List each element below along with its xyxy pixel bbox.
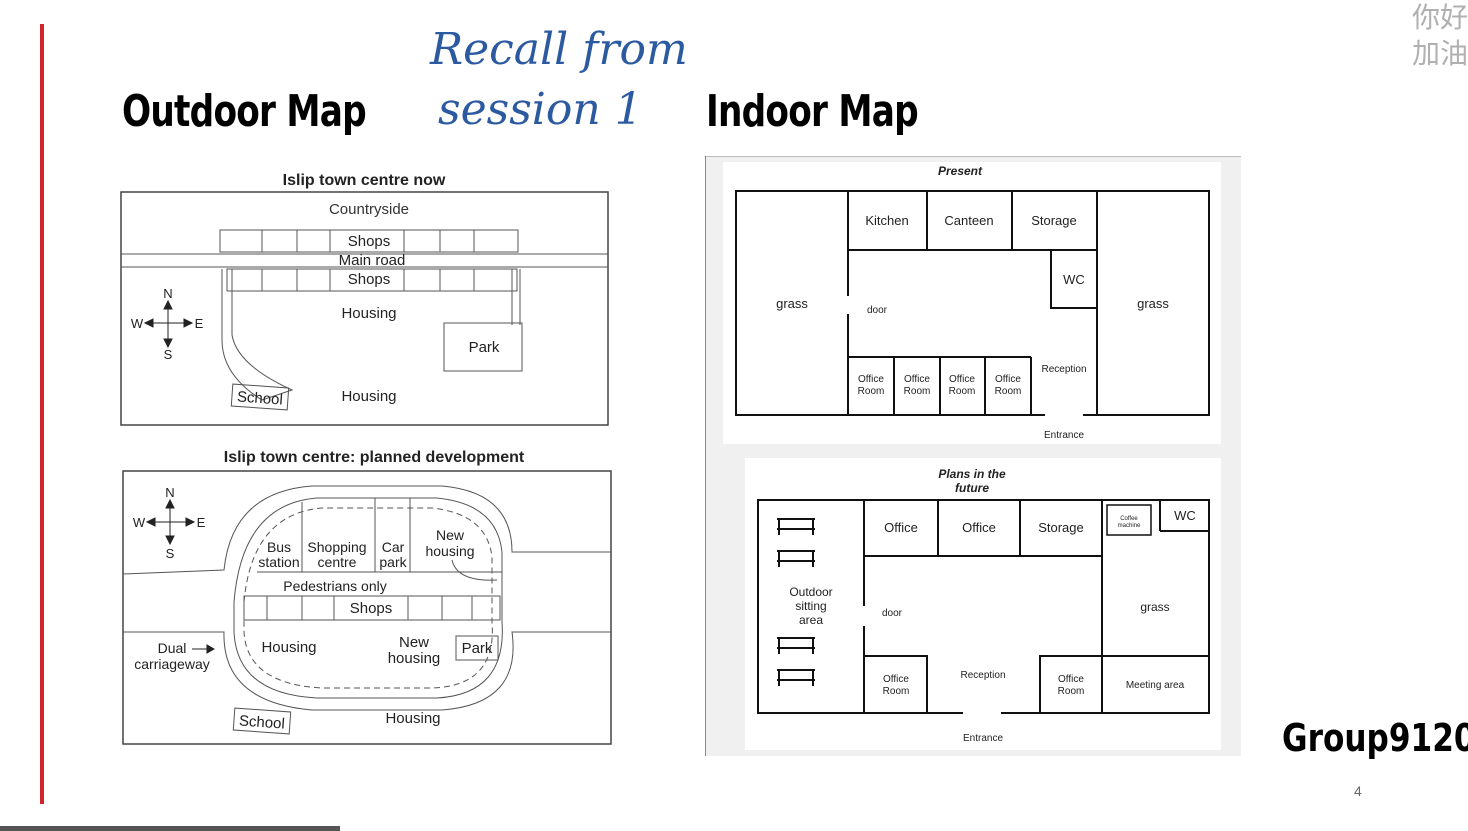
grass-label: grass: [1140, 600, 1169, 614]
office-room-3-line-2: Room: [949, 386, 976, 397]
office-2-label: Office: [962, 520, 996, 535]
main-road-label: Main road: [339, 252, 406, 269]
shopping-centre-line-2: centre: [318, 554, 357, 570]
compass-e: E: [195, 316, 204, 331]
storage-label: Storage: [1031, 213, 1077, 228]
entrance-label: Entrance: [1044, 430, 1084, 441]
new-housing-top-line-1: New: [436, 527, 465, 543]
school-sign: School: [230, 383, 290, 411]
shops-label-top: Shops: [348, 233, 391, 250]
office-room-right-line-1: Office: [1058, 674, 1084, 685]
park-label: Park: [469, 339, 500, 356]
door-label: door: [882, 608, 903, 619]
office-1-label: Office: [884, 520, 918, 535]
door-label: door: [867, 305, 888, 316]
housing-left-label: Housing: [261, 639, 316, 656]
recall-line-2: session 1: [438, 84, 643, 135]
page-number: 4: [1354, 783, 1362, 799]
reception-label: Reception: [960, 670, 1005, 681]
new-housing-mid-line-2: housing: [388, 650, 441, 667]
coffee-machine-line-1: Coffee: [1120, 516, 1138, 522]
compass-n: N: [163, 286, 172, 301]
outdoor-sitting-line-3: area: [799, 613, 823, 627]
compass-rose: [145, 498, 196, 546]
outdoor-map-now: Islip town centre now Countryside Shops …: [120, 172, 609, 426]
kitchen-label: Kitchen: [865, 213, 908, 228]
coffee-machine-line-2: machine: [1118, 523, 1141, 529]
school-label: School: [236, 388, 283, 408]
outdoor-sitting-line-1: Outdoor: [789, 585, 832, 599]
future-title-line-2: future: [955, 481, 989, 495]
outdoor-map-planned: Islip town centre: planned development B…: [122, 449, 612, 745]
office-room-2-line-2: Room: [904, 386, 931, 397]
future-title-line-1: Plans in the: [938, 467, 1006, 481]
grass-left-label: grass: [776, 296, 808, 311]
bottom-progress-strip: [0, 826, 340, 831]
entrance-label: Entrance: [963, 733, 1003, 744]
corner-line-2: 加油: [1411, 38, 1468, 69]
indoor-map-heading: Indoor Map: [706, 86, 919, 137]
indoor-map: Present Kitchen Canteen Storage WC grass…: [705, 156, 1241, 756]
grass-right-label: grass: [1137, 296, 1169, 311]
meeting-area-label: Meeting area: [1126, 680, 1185, 691]
car-park-line-1: Car: [382, 539, 405, 555]
outdoor-sitting-line-2: sitting: [795, 599, 826, 613]
compass-rose: [143, 299, 194, 349]
park-label: Park: [462, 640, 493, 657]
compass-n: N: [165, 485, 174, 500]
school-sign: School: [232, 707, 292, 735]
storage-label: Storage: [1038, 520, 1084, 535]
pedestrians-only-label: Pedestrians only: [283, 578, 387, 594]
dual-carriageway-arrow: [192, 644, 216, 654]
shops-label: Shops: [350, 600, 393, 617]
office-room-3-line-1: Office: [949, 374, 975, 385]
office-room-1-line-1: Office: [858, 374, 884, 385]
corner-overlay-text: 你好 加油: [1412, 0, 1468, 72]
office-room-2-line-1: Office: [904, 374, 930, 385]
compass-w: W: [131, 316, 144, 331]
housing-bottom-label: Housing: [385, 710, 440, 727]
outdoor-map-heading: Outdoor Map: [122, 86, 367, 137]
recall-line-1: Recall from: [430, 24, 688, 75]
housing-label-bottom: Housing: [341, 388, 396, 405]
office-room-4-line-1: Office: [995, 374, 1021, 385]
map-title: Islip town centre now: [283, 172, 446, 189]
dual-carriageway-line-2: carriageway: [134, 656, 209, 672]
car-park-line-2: park: [379, 554, 407, 570]
present-title: Present: [938, 164, 983, 178]
reception-label: Reception: [1041, 364, 1086, 375]
compass-w: W: [133, 515, 146, 530]
new-housing-top-line-2: housing: [425, 543, 474, 559]
canteen-label: Canteen: [944, 213, 993, 228]
office-room-1-line-2: Room: [858, 386, 885, 397]
compass-s: S: [164, 347, 173, 362]
office-room-left-line-1: Office: [883, 674, 909, 685]
compass-s: S: [166, 546, 175, 561]
map-title: Islip town centre: planned development: [224, 449, 525, 466]
bus-station-line-2: station: [258, 554, 299, 570]
accent-divider-line: [40, 24, 44, 804]
group-label: Group9120: [1282, 716, 1468, 760]
shopping-centre-line-1: Shopping: [307, 539, 366, 555]
bus-station-line-1: Bus: [267, 539, 291, 555]
office-room-4-line-2: Room: [995, 386, 1022, 397]
wc-label: WC: [1174, 508, 1196, 523]
compass-e: E: [197, 515, 206, 530]
dual-carriageway-line-1: Dual: [158, 640, 187, 656]
recall-note: Recall from session 1: [430, 20, 688, 140]
new-housing-mid-line-1: New: [399, 634, 429, 651]
corner-line-1: 你好: [1411, 2, 1468, 33]
wc-label: WC: [1063, 272, 1085, 287]
office-room-left-line-2: Room: [883, 686, 910, 697]
countryside-label: Countryside: [329, 201, 409, 218]
housing-label-top: Housing: [341, 305, 396, 322]
shops-label-bottom: Shops: [348, 271, 391, 288]
office-room-right-line-2: Room: [1058, 686, 1085, 697]
school-label: School: [238, 712, 285, 732]
